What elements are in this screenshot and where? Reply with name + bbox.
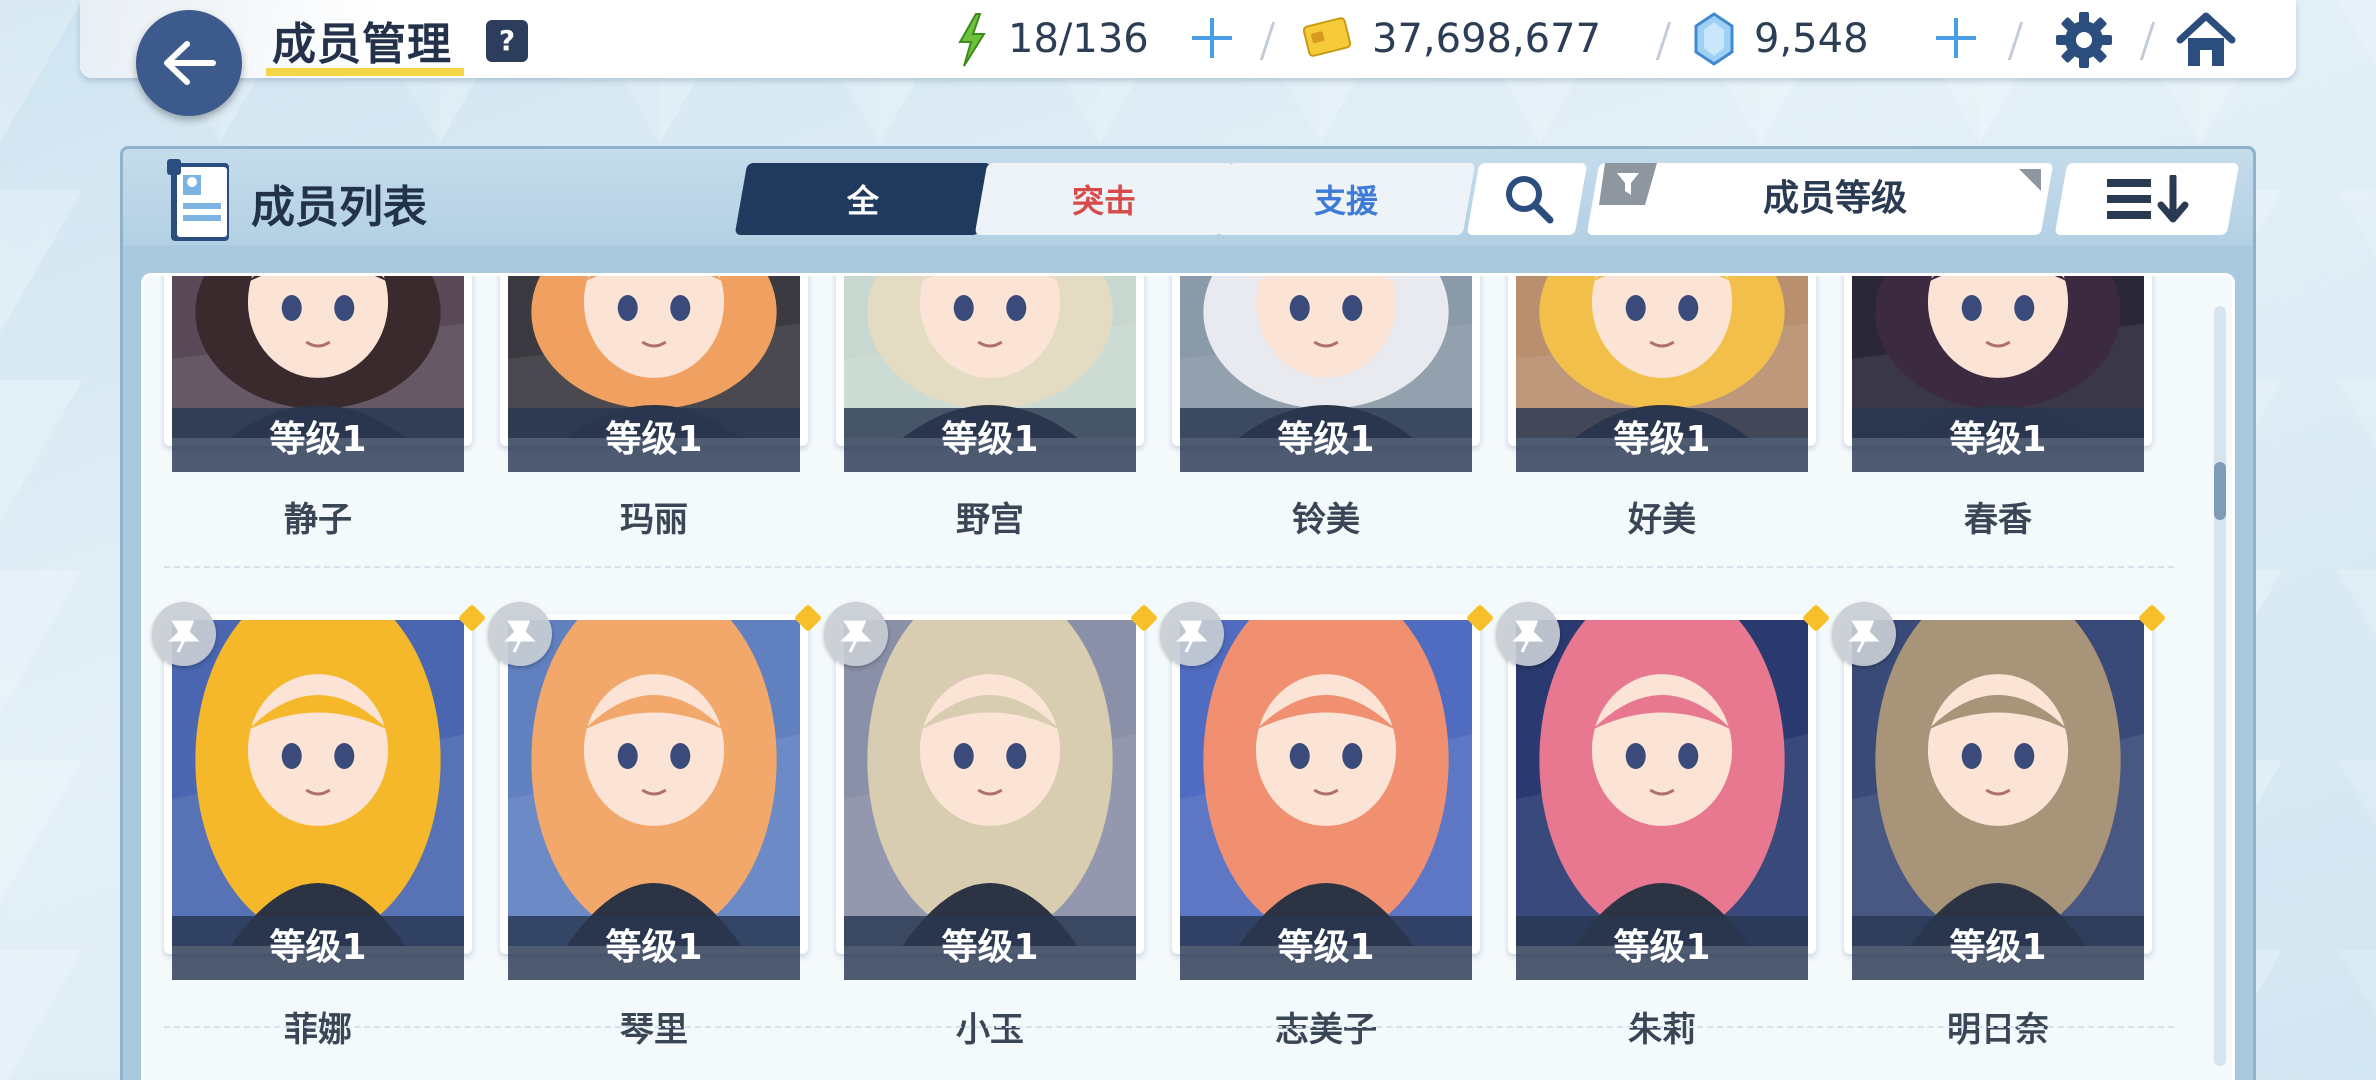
arrow-left-icon xyxy=(164,41,216,85)
ap-counter: 18/136 xyxy=(1008,16,1149,62)
member-portrait xyxy=(844,620,1136,946)
scrollbar-thumb[interactable] xyxy=(2214,462,2226,520)
add-ap-button[interactable] xyxy=(1186,12,1238,64)
level-label: 等级1 xyxy=(1852,916,2144,980)
level-label: 等级1 xyxy=(172,916,464,980)
pin-icon[interactable] xyxy=(1496,602,1560,666)
panel-title: 成员列表 xyxy=(251,182,427,233)
pin-icon[interactable] xyxy=(824,602,888,666)
sort-descending-icon xyxy=(2107,175,2189,223)
member-list-panel: 成员列表 全 突击 支援 成员等级 等级1 静子 等级1 玛丽 等级1 野宫 等… xyxy=(120,146,2256,1080)
member-portrait xyxy=(1180,620,1472,946)
level-label: 等级1 xyxy=(1516,916,1808,980)
tab-label: 突击 xyxy=(1071,182,1136,220)
page-title: 成员管理 xyxy=(272,19,452,70)
member-grid[interactable]: 等级1 静子 等级1 玛丽 等级1 野宫 等级1 铃美 等级1 好美 等级1 春… xyxy=(141,273,2235,1080)
pin-icon[interactable] xyxy=(1160,602,1224,666)
add-gems-button[interactable] xyxy=(1930,12,1982,64)
dropdown-corner-icon xyxy=(2019,169,2041,191)
gem-icon xyxy=(1694,12,1734,66)
member-name: 好美 xyxy=(1628,500,1696,540)
tab-label: 全 xyxy=(846,182,879,220)
tab-assault[interactable]: 突击 xyxy=(974,163,1234,235)
member-name: 静子 xyxy=(284,500,352,540)
member-portrait xyxy=(508,620,800,946)
lightning-icon xyxy=(958,13,986,67)
level-label: 等级1 xyxy=(1180,408,1472,472)
gems-counter: 9,548 xyxy=(1754,16,1869,62)
pin-icon[interactable] xyxy=(152,602,216,666)
roster-icon xyxy=(167,159,229,241)
help-button[interactable]: ? xyxy=(486,20,528,62)
member-name: 春香 xyxy=(1964,500,2032,540)
scrollbar-track[interactable] xyxy=(2214,306,2226,1066)
level-label: 等级1 xyxy=(1516,408,1808,472)
member-portrait xyxy=(172,620,464,946)
credit-card-icon xyxy=(1302,17,1352,57)
level-label: 等级1 xyxy=(508,916,800,980)
level-label: 等级1 xyxy=(844,916,1136,980)
title-underline xyxy=(266,68,464,76)
tab-support[interactable]: 支援 xyxy=(1216,163,1476,235)
level-label: 等级1 xyxy=(172,408,464,472)
pin-icon[interactable] xyxy=(1832,602,1896,666)
home-icon[interactable] xyxy=(2174,8,2238,72)
pin-icon[interactable] xyxy=(488,602,552,666)
member-name: 野宫 xyxy=(956,500,1024,540)
row-divider xyxy=(164,1026,2174,1028)
tab-label: 支援 xyxy=(1313,182,1378,220)
member-name: 玛丽 xyxy=(620,500,688,540)
level-label: 等级1 xyxy=(1852,408,2144,472)
member-portrait xyxy=(1516,620,1808,946)
row-divider xyxy=(164,566,2174,568)
sort-label: 成员等级 xyxy=(1762,178,1907,219)
member-name: 铃美 xyxy=(1292,500,1360,540)
tab-all[interactable]: 全 xyxy=(734,163,992,235)
gear-icon[interactable] xyxy=(2054,10,2114,70)
search-icon xyxy=(1506,176,1554,224)
level-label: 等级1 xyxy=(508,408,800,472)
credits-counter: 37,698,677 xyxy=(1372,16,1602,62)
level-label: 等级1 xyxy=(1180,916,1472,980)
back-button[interactable] xyxy=(136,10,242,116)
member-portrait xyxy=(1852,620,2144,946)
level-label: 等级1 xyxy=(844,408,1136,472)
